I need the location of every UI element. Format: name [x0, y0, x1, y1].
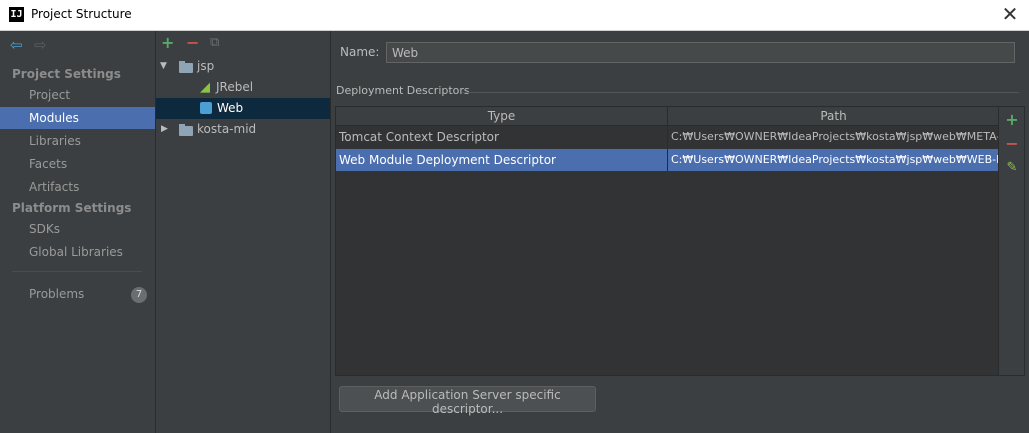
copy-icon[interactable]: ⧉: [210, 34, 219, 52]
column-header-path[interactable]: Path: [668, 107, 998, 125]
intellij-logo-icon: IJ: [9, 7, 24, 22]
nav-item-global-libraries[interactable]: Global Libraries: [0, 241, 155, 263]
tree-node-kosta-mid[interactable]: ▶ kosta-mid: [156, 119, 330, 140]
edit-pencil-icon[interactable]: ✎: [1004, 159, 1020, 177]
tree-node-label: jsp: [197, 59, 215, 73]
deployment-descriptors-title: Deployment Descriptors: [336, 84, 470, 97]
nav-item-modules[interactable]: Modules: [0, 107, 155, 129]
module-tree-panel: + − ⧉ ▼ jsp ◢ JRebel Web ▶ kosta-mid: [156, 31, 331, 433]
cell-type: Web Module Deployment Descriptor: [336, 149, 668, 171]
column-header-type[interactable]: Type: [336, 107, 668, 125]
add-app-server-descriptor-button[interactable]: Add Application Server specific descript…: [339, 386, 596, 416]
descriptors-table[interactable]: Type Path Tomcat Context Descriptor C:₩U…: [335, 106, 999, 376]
section-platform-settings: Platform Settings: [12, 201, 132, 215]
nav-item-project[interactable]: Project: [0, 84, 155, 106]
back-arrow-icon[interactable]: ⇦: [10, 37, 23, 53]
nav-item-artifacts[interactable]: Artifacts: [0, 176, 155, 198]
nav-item-libraries[interactable]: Libraries: [0, 130, 155, 152]
nav-divider: [12, 271, 142, 272]
jrebel-icon: ◢: [200, 80, 210, 95]
cell-type: Tomcat Context Descriptor: [336, 126, 668, 148]
web-facet-icon: [200, 102, 212, 114]
table-header: Type Path: [336, 107, 998, 126]
tree-node-jrebel[interactable]: ◢ JRebel: [156, 77, 330, 98]
remove-icon[interactable]: −: [186, 34, 199, 52]
nav-item-sdks[interactable]: SDKs: [0, 218, 155, 240]
title-bar: IJ Project Structure ✕: [0, 0, 1029, 31]
cell-path: C:₩Users₩OWNER₩IdeaProjects₩kosta₩jsp₩we…: [668, 126, 998, 148]
name-field[interactable]: [386, 42, 1015, 63]
add-descriptor-icon[interactable]: +: [1004, 111, 1020, 129]
group-divider: [462, 92, 1019, 93]
descriptor-toolbar: + − ✎: [999, 106, 1025, 376]
nav-item-problems[interactable]: Problems 7: [0, 283, 155, 305]
expand-arrow-icon[interactable]: ▼: [160, 56, 167, 77]
remove-descriptor-icon[interactable]: −: [1004, 135, 1020, 153]
tree-node-web[interactable]: Web: [156, 98, 330, 119]
tree-node-label: kosta-mid: [197, 122, 257, 136]
problems-label: Problems: [29, 287, 85, 301]
module-folder-icon: [179, 61, 193, 73]
forward-arrow-icon[interactable]: ⇨: [34, 37, 47, 53]
close-button[interactable]: ✕: [999, 3, 1021, 25]
tree-node-label: JRebel: [216, 80, 254, 94]
collapse-arrow-icon[interactable]: ▶: [161, 119, 168, 140]
facet-details-panel: Name: Deployment Descriptors Type Path T…: [331, 31, 1029, 433]
name-label: Name:: [340, 45, 380, 59]
nav-item-facets[interactable]: Facets: [0, 153, 155, 175]
problems-count-badge: 7: [131, 287, 147, 303]
table-row[interactable]: Web Module Deployment Descriptor C:₩User…: [336, 149, 998, 171]
cell-path: C:₩Users₩OWNER₩IdeaProjects₩kosta₩jsp₩we…: [668, 149, 998, 171]
tree-node-label: Web: [217, 101, 244, 115]
tree-node-jsp[interactable]: ▼ jsp: [156, 56, 330, 77]
settings-nav: ⇦ ⇨ Project Settings Project Modules Lib…: [0, 31, 156, 433]
window-title: Project Structure: [31, 7, 132, 21]
section-project-settings: Project Settings: [12, 67, 121, 81]
module-folder-icon: [179, 124, 193, 136]
table-row[interactable]: Tomcat Context Descriptor C:₩Users₩OWNER…: [336, 126, 998, 148]
add-icon[interactable]: +: [161, 34, 174, 52]
